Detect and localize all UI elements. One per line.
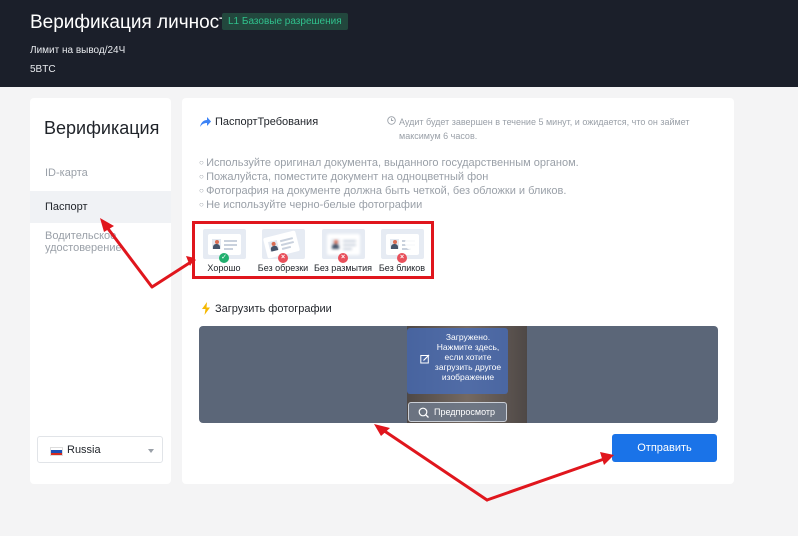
page-title: Верификация личности bbox=[30, 12, 239, 33]
russia-flag-icon bbox=[50, 447, 63, 456]
annotation-highlight-box bbox=[192, 221, 434, 279]
header-bar: Верификация личности L1 Базовые разрешен… bbox=[0, 0, 798, 87]
sidebar-item-id-card[interactable]: ID-карта bbox=[30, 162, 171, 184]
main-panel: ПаспортТребования Аудит будет завершен в… bbox=[182, 98, 734, 484]
passport-requirements-title: ПаспортТребования bbox=[215, 116, 319, 128]
preview-label: Предпросмотр bbox=[433, 407, 496, 417]
upload-dropzone[interactable]: Загружено. Нажмите здесь, если хотите за… bbox=[199, 326, 718, 423]
edit-icon bbox=[420, 354, 430, 364]
magnifier-icon bbox=[418, 407, 429, 418]
upload-photos-title: Загрузить фотографии bbox=[215, 303, 332, 315]
sidebar-item-driver-license[interactable]: Водительское удостоверение bbox=[30, 230, 171, 254]
verification-sidebar: Верификация ID-карта Паспорт Водительско… bbox=[30, 98, 171, 484]
lightning-icon bbox=[202, 302, 210, 315]
list-item: Не используйте черно-белые фотографии bbox=[199, 198, 579, 212]
chevron-down-icon bbox=[148, 449, 154, 453]
submit-button[interactable]: Отправить bbox=[612, 434, 717, 462]
reupload-text: Загружено. Нажмите здесь, если хотите за… bbox=[434, 332, 502, 382]
withdraw-limit-label: Лимит на вывод/24Ч bbox=[30, 45, 126, 56]
sidebar-item-passport[interactable]: Паспорт bbox=[30, 191, 171, 223]
sidebar-title: Верификация bbox=[44, 118, 160, 138]
reupload-button[interactable]: Загружено. Нажмите здесь, если хотите за… bbox=[407, 328, 508, 394]
requirements-list: Используйте оригинал документа, выданног… bbox=[199, 156, 579, 212]
withdraw-limit-value: 5BTC bbox=[30, 64, 56, 75]
level-badge: L1 Базовые разрешения bbox=[222, 13, 348, 30]
preview-button[interactable]: Предпросмотр bbox=[408, 402, 507, 422]
share-arrow-icon bbox=[200, 117, 211, 127]
country-value: Russia bbox=[67, 444, 101, 456]
audit-note-text: Аудит будет завершен в течение 5 минут, … bbox=[399, 117, 690, 141]
clock-icon bbox=[387, 116, 396, 125]
country-select[interactable]: Russia bbox=[37, 436, 163, 463]
list-item: Пожалуйста, поместите документ на одноцв… bbox=[199, 170, 579, 184]
list-item: Фотография на документе должна быть четк… bbox=[199, 184, 579, 198]
list-item: Используйте оригинал документа, выданног… bbox=[199, 156, 579, 170]
